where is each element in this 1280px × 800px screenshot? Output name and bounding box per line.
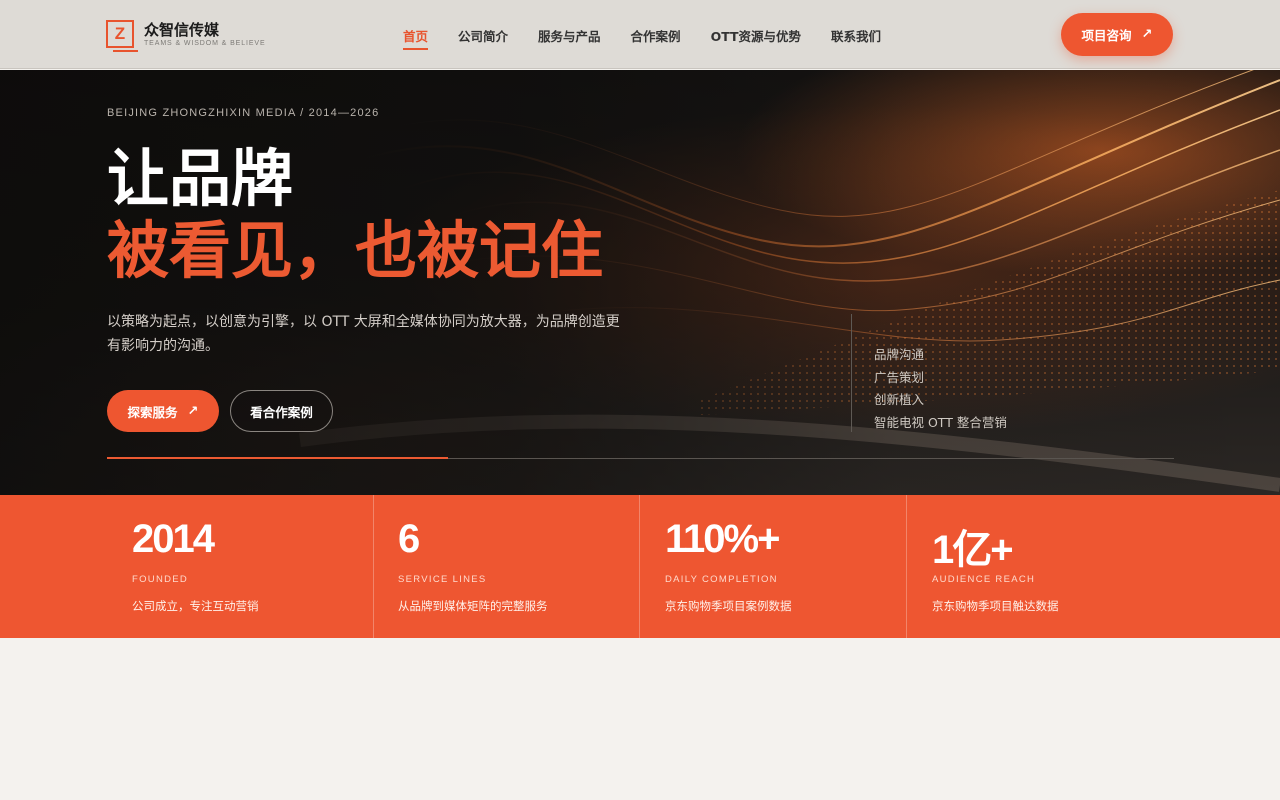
arrow-up-right-icon: ↗ [1141, 27, 1153, 42]
hero-title-line2: 被看见，也被记住 [107, 214, 604, 287]
stat-desc: 京东购物季项目触达数据 [932, 599, 1059, 613]
stat-label: DAILY COMPLETION [665, 574, 778, 585]
nav-item-contact[interactable]: 联系我们 [831, 26, 881, 50]
consult-button-label: 项目咨询 [1081, 28, 1132, 43]
stat-label: FOUNDED [132, 574, 189, 585]
explore-services-button[interactable]: 探索服务 ↗ [107, 390, 219, 432]
stat-desc: 从品牌到媒体矩阵的完整服务 [398, 599, 548, 613]
hero-description: 以策略为起点，以创意为引擎，以 OTT 大屏和全媒体协同为放大器，为品牌创造更有… [107, 314, 620, 354]
hero-kicker: BEIJING ZHONGZHIXIN MEDIA / 2014—2026 [107, 107, 380, 119]
stat-value: 1亿+ [932, 528, 1014, 572]
nav-item-about[interactable]: 公司简介 [458, 26, 508, 50]
service-list: 品牌沟通 广告策划 创新植入 智能电视 OTT 整合营销 [851, 314, 1007, 432]
stat-value: 110%+ [665, 517, 780, 561]
stat-label: SERVICE LINES [398, 574, 487, 585]
stat-divider [906, 495, 907, 638]
nav-item-cases[interactable]: 合作案例 [631, 26, 681, 50]
stat-desc: 公司成立，专注互动营销 [132, 599, 259, 613]
stat-divider [373, 495, 374, 638]
nav-item-home[interactable]: 首页 [403, 26, 429, 50]
explore-services-label: 探索服务 [127, 404, 178, 420]
logo-tagline: TEAMS & WISDOM & BELIEVE [144, 40, 266, 47]
logo-name: 众智信传媒 [144, 21, 220, 39]
stat-value: 2014 [132, 517, 215, 561]
service-list-item: 品牌沟通 [874, 347, 925, 362]
consult-button[interactable]: 项目咨询 ↗ [1061, 13, 1173, 56]
site-header: Z 众智信传媒 TEAMS & WISDOM & BELIEVE 首页 公司简介… [0, 0, 1280, 69]
stat-desc: 京东购物季项目案例数据 [665, 599, 792, 613]
service-list-item: 创新植入 [874, 392, 925, 408]
view-cases-button[interactable]: 看合作案例 [230, 390, 333, 432]
stat-divider [639, 495, 640, 638]
service-list-item: 广告策划 [874, 369, 925, 385]
nav-item-services[interactable]: 服务与产品 [538, 26, 601, 50]
hero-progress-track [107, 457, 1174, 459]
nav-item-ott[interactable]: OTT资源与优势 [711, 26, 801, 50]
logo[interactable]: Z 众智信传媒 TEAMS & WISDOM & BELIEVE [106, 20, 306, 52]
hero-progress-fill [107, 457, 449, 459]
service-list-item: 智能电视 OTT 整合营销 [874, 414, 1007, 430]
stat-value: 6 [398, 517, 420, 561]
stats-band: 2014 FOUNDED 公司成立，专注互动营销 6 SERVICE LINES… [0, 495, 1280, 638]
logo-mark-icon: Z [106, 20, 138, 52]
arrow-up-right-icon: ↗ [187, 403, 199, 419]
stat-label: AUDIENCE REACH [932, 574, 1036, 585]
hero-title-line1: 让品牌 [107, 142, 294, 215]
hero-section: BEIJING ZHONGZHIXIN MEDIA / 2014—2026 让品… [0, 70, 1280, 495]
main-nav: 首页 公司简介 服务与产品 合作案例 OTT资源与优势 联系我们 [403, 26, 911, 50]
